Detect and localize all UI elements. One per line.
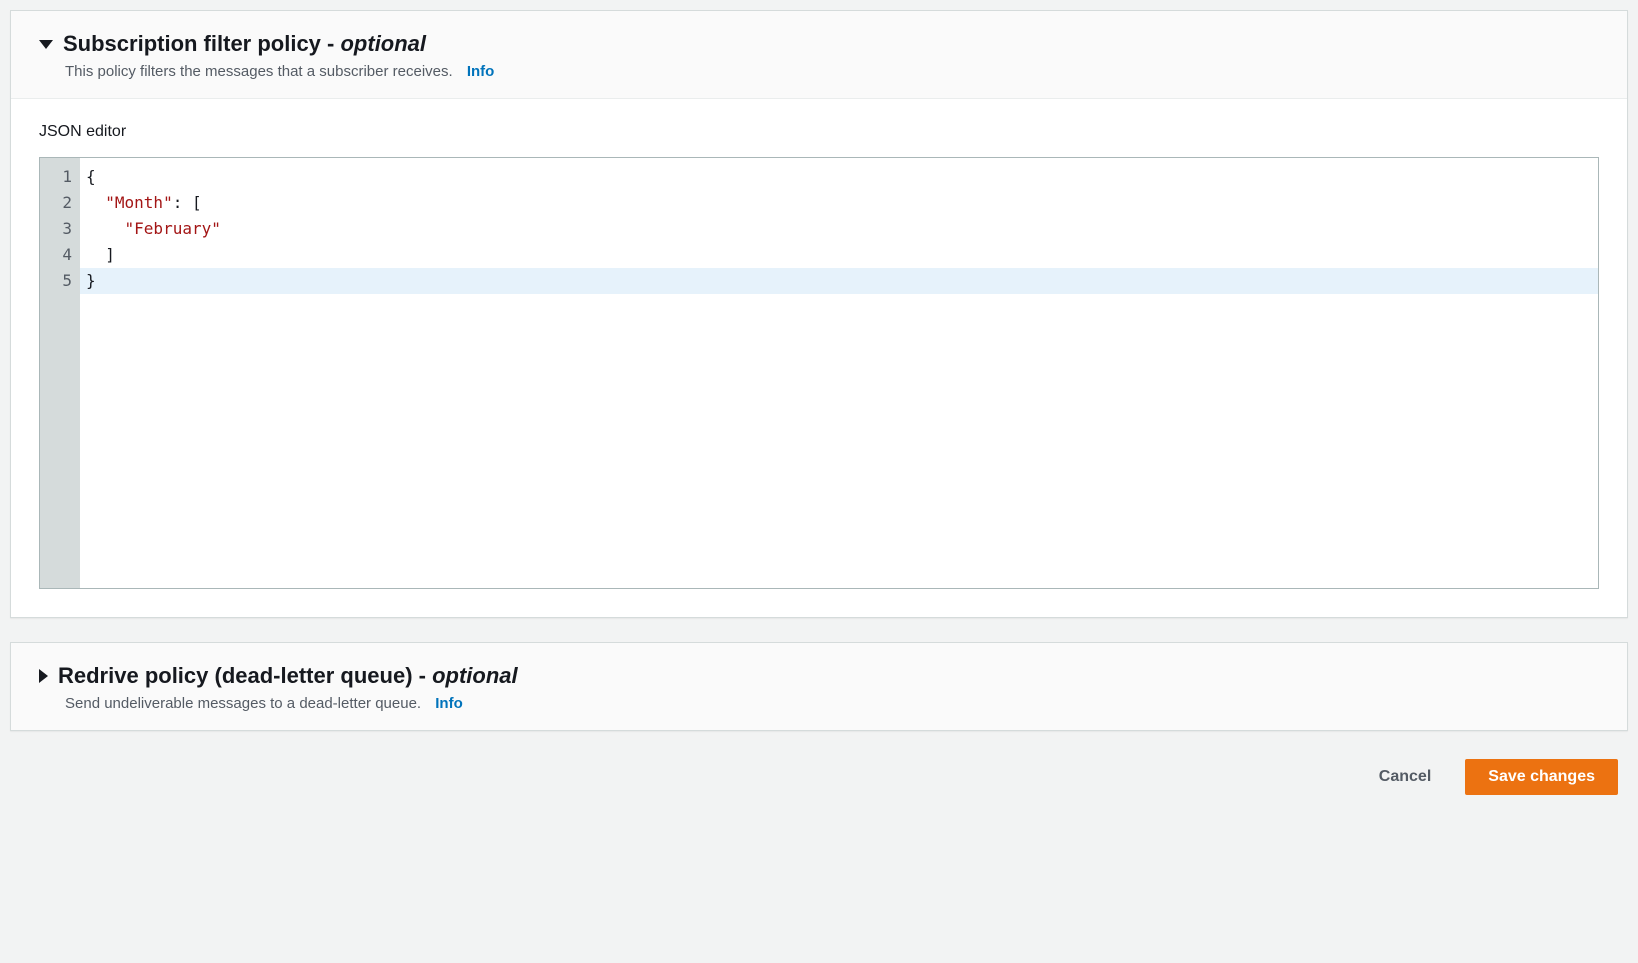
caret-right-icon bbox=[39, 669, 48, 683]
json-editor-label: JSON editor bbox=[39, 123, 1599, 141]
panel-header: Redrive policy (dead-letter queue) - opt… bbox=[11, 643, 1627, 730]
panel-title-row[interactable]: Redrive policy (dead-letter queue) - opt… bbox=[39, 663, 1599, 689]
cancel-button[interactable]: Cancel bbox=[1357, 760, 1453, 794]
json-editor[interactable]: 1 2 3 4 5 { "Month": [ "February" ] } bbox=[39, 157, 1599, 589]
info-link[interactable]: Info bbox=[435, 695, 463, 712]
panel-title-optional: optional bbox=[340, 31, 426, 56]
code-line: "Month": [ bbox=[80, 190, 1598, 216]
footer-actions: Cancel Save changes bbox=[10, 755, 1628, 815]
info-link[interactable]: Info bbox=[467, 63, 495, 80]
editor-content[interactable]: { "Month": [ "February" ] } bbox=[80, 158, 1598, 588]
panel-title-optional: optional bbox=[432, 663, 518, 688]
panel-title: Subscription filter policy - optional bbox=[63, 31, 426, 57]
panel-description: Send undeliverable messages to a dead-le… bbox=[65, 695, 421, 712]
code-line: } bbox=[80, 268, 1598, 294]
panel-header: Subscription filter policy - optional Th… bbox=[11, 11, 1627, 99]
panel-body: JSON editor 1 2 3 4 5 { "Month": [ "Febr… bbox=[11, 99, 1627, 617]
redrive-policy-panel: Redrive policy (dead-letter queue) - opt… bbox=[10, 642, 1628, 731]
subscription-filter-policy-panel: Subscription filter policy - optional Th… bbox=[10, 10, 1628, 618]
caret-down-icon bbox=[39, 40, 53, 49]
gutter-line: 5 bbox=[46, 268, 72, 294]
gutter-line: 2 bbox=[46, 190, 72, 216]
code-line: ] bbox=[80, 242, 1598, 268]
panel-title-row[interactable]: Subscription filter policy - optional bbox=[39, 31, 1599, 57]
panel-title: Redrive policy (dead-letter queue) - opt… bbox=[58, 663, 518, 689]
panel-description-row: Send undeliverable messages to a dead-le… bbox=[65, 695, 1599, 712]
code-line: "February" bbox=[80, 216, 1598, 242]
save-changes-button[interactable]: Save changes bbox=[1465, 759, 1618, 795]
editor-gutter: 1 2 3 4 5 bbox=[40, 158, 80, 588]
panel-description-row: This policy filters the messages that a … bbox=[65, 63, 1599, 80]
panel-description: This policy filters the messages that a … bbox=[65, 63, 453, 80]
panel-title-text: Subscription filter policy - bbox=[63, 31, 340, 56]
gutter-line: 4 bbox=[46, 242, 72, 268]
gutter-line: 1 bbox=[46, 164, 72, 190]
gutter-line: 3 bbox=[46, 216, 72, 242]
panel-title-text: Redrive policy (dead-letter queue) - bbox=[58, 663, 432, 688]
code-line: { bbox=[80, 164, 1598, 190]
